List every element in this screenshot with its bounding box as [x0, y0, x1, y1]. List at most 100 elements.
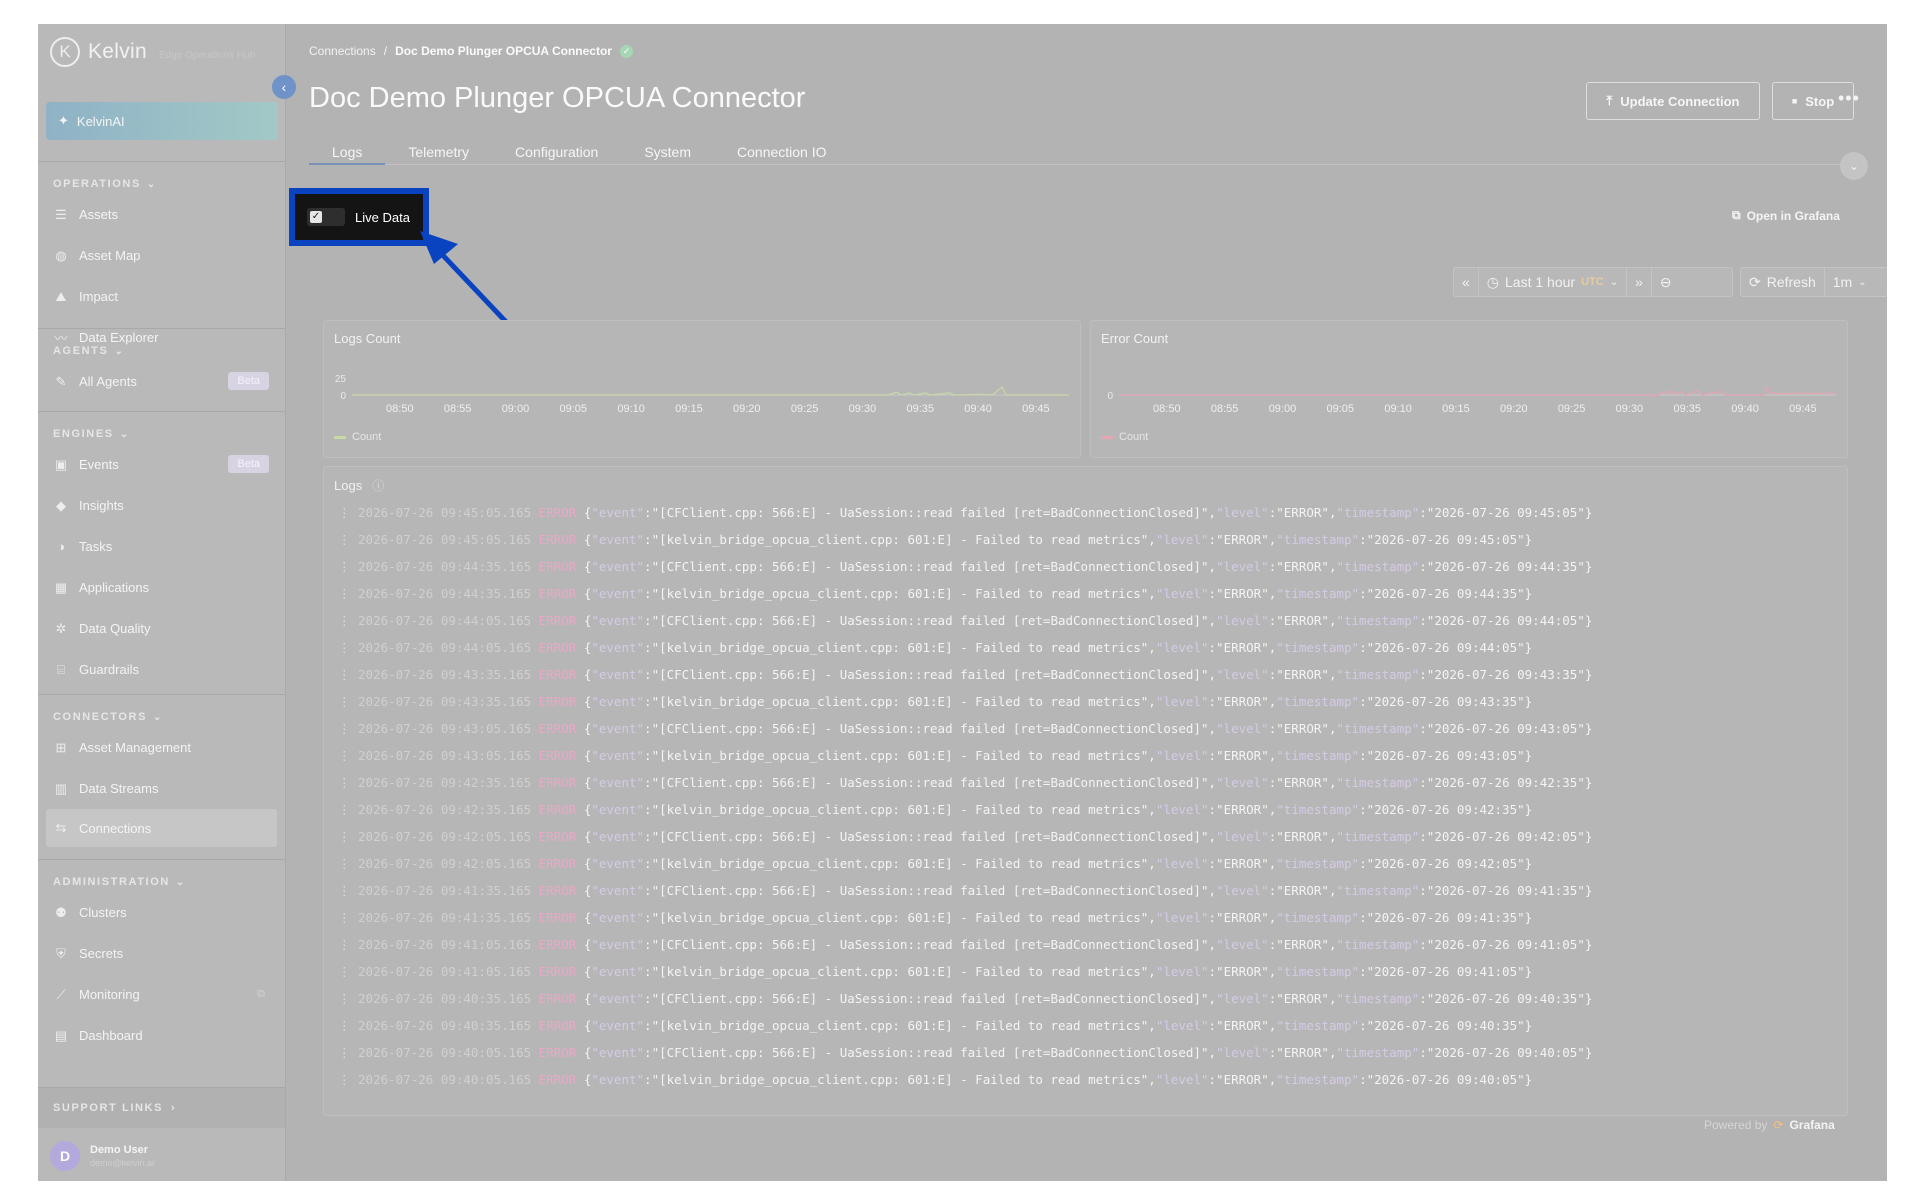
shift-back-button[interactable]: « [1454, 268, 1479, 296]
sidebar-item-assets[interactable]: ☰ Assets [38, 194, 285, 235]
sidebar-item-tasks[interactable]: ◑ Tasks [38, 526, 285, 567]
log-row[interactable]: ⋮ 2026-07-26 09:40:05.165 ERROR {"event"… [338, 1045, 1592, 1060]
sidebar-item-asset-management[interactable]: ⊞ Asset Management [38, 727, 285, 768]
row-handle-icon[interactable]: ⋮ [338, 1045, 358, 1060]
user-profile[interactable]: D Demo User demo@kelvin.ai [38, 1130, 285, 1181]
sidebar-item-clusters[interactable]: ⚉ Clusters [38, 892, 285, 933]
sidebar-item-data-quality[interactable]: ✲ Data Quality [38, 608, 285, 649]
row-handle-icon[interactable]: ⋮ [338, 964, 358, 979]
row-handle-icon[interactable]: ⋮ [338, 748, 358, 763]
support-links-toggle[interactable]: SUPPORT LINKS › [38, 1088, 285, 1128]
zoom-out-button[interactable]: ⊖ [1652, 268, 1680, 296]
log-row[interactable]: ⋮ 2026-07-26 09:44:05.165 ERROR {"event"… [338, 640, 1532, 655]
log-row[interactable]: ⋮ 2026-07-26 09:41:05.165 ERROR {"event"… [338, 937, 1592, 952]
collapse-sidebar-button[interactable]: ‹ [272, 75, 296, 99]
log-row[interactable]: ⋮ 2026-07-26 09:43:05.165 ERROR {"event"… [338, 748, 1532, 763]
sidebar-item-impact[interactable]: ⛰ Impact [38, 276, 285, 317]
log-row[interactable]: ⋮ 2026-07-26 09:40:05.165 ERROR {"event"… [338, 1072, 1532, 1087]
row-handle-icon[interactable]: ⋮ [338, 829, 358, 844]
sidebar-item-connections[interactable]: ⇆ Connections [46, 809, 277, 847]
log-row[interactable]: ⋮ 2026-07-26 09:44:35.165 ERROR {"event"… [338, 586, 1532, 601]
sidebar-item-data-streams[interactable]: ▥ Data Streams [38, 768, 285, 809]
row-handle-icon[interactable]: ⋮ [338, 559, 358, 574]
log-row[interactable]: ⋮ 2026-07-26 09:41:35.165 ERROR {"event"… [338, 883, 1592, 898]
log-row[interactable]: ⋮ 2026-07-26 09:42:05.165 ERROR {"event"… [338, 829, 1592, 844]
log-level: ERROR [538, 505, 577, 520]
row-handle-icon[interactable]: ⋮ [338, 883, 358, 898]
row-handle-icon[interactable]: ⋮ [338, 613, 358, 628]
legend-label: Count [352, 431, 382, 443]
log-row[interactable]: ⋮ 2026-07-26 09:45:05.165 ERROR {"event"… [338, 505, 1592, 520]
open-in-grafana-link[interactable]: ⧉ Open in Grafana [1732, 208, 1840, 223]
log-row[interactable]: ⋮ 2026-07-26 09:42:35.165 ERROR {"event"… [338, 775, 1592, 790]
sidebar-item-secrets[interactable]: ⛨ Secrets [38, 933, 285, 974]
sidebar-item-all-agents[interactable]: ✎ All Agents Beta [38, 361, 285, 402]
log-row[interactable]: ⋮ 2026-07-26 09:43:35.165 ERROR {"event"… [338, 694, 1532, 709]
live-data-toggle[interactable]: ✓ Live Data [295, 194, 423, 240]
shift-forward-button[interactable]: » [1627, 268, 1652, 296]
row-handle-icon[interactable]: ⋮ [338, 586, 358, 601]
brand-logo[interactable]: K Kelvin Edge Operations Hub [50, 37, 255, 67]
update-connection-button[interactable]: ⤒ Update Connection [1586, 82, 1760, 120]
log-row[interactable]: ⋮ 2026-07-26 09:45:05.165 ERROR {"event"… [338, 532, 1532, 547]
row-handle-icon[interactable]: ⋮ [338, 532, 358, 547]
sidebar-section-header[interactable]: CONNECTORS ⌄ [38, 707, 285, 727]
tab-telemetry[interactable]: Telemetry [385, 140, 492, 164]
sidebar-section-header[interactable]: ADMINISTRATION ⌄ [38, 872, 285, 892]
row-handle-icon[interactable]: ⋮ [338, 991, 358, 1006]
log-row[interactable]: ⋮ 2026-07-26 09:41:35.165 ERROR {"event"… [338, 910, 1532, 925]
logs-count-legend[interactable]: Count [334, 431, 381, 443]
log-row[interactable]: ⋮ 2026-07-26 09:40:35.165 ERROR {"event"… [338, 1018, 1532, 1033]
sidebar-item-monitoring[interactable]: ⟋ Monitoring ⧉ [38, 974, 285, 1015]
row-handle-icon[interactable]: ⋮ [338, 802, 358, 817]
tab-system[interactable]: System [621, 140, 714, 164]
row-handle-icon[interactable]: ⋮ [338, 775, 358, 790]
row-handle-icon[interactable]: ⋮ [338, 667, 358, 682]
tab-configuration[interactable]: Configuration [492, 140, 621, 164]
row-handle-icon[interactable]: ⋮ [338, 856, 358, 871]
sidebar-item-applications[interactable]: ▦ Applications [38, 567, 285, 608]
json-punct: ", [1321, 667, 1337, 682]
more-options-icon[interactable]: ••• [1838, 88, 1860, 109]
sidebar-item-insights[interactable]: ◆ Insights [38, 485, 285, 526]
row-handle-icon[interactable]: ⋮ [338, 640, 358, 655]
log-row[interactable]: ⋮ 2026-07-26 09:42:35.165 ERROR {"event"… [338, 802, 1532, 817]
error-count-legend[interactable]: Count [1101, 431, 1148, 443]
log-row[interactable]: ⋮ 2026-07-26 09:44:35.165 ERROR {"event"… [338, 559, 1592, 574]
json-open: { [576, 910, 592, 925]
row-handle-icon[interactable]: ⋮ [338, 694, 358, 709]
tab-connection-io[interactable]: Connection IO [714, 140, 850, 164]
breadcrumb-parent-link[interactable]: Connections [309, 44, 376, 58]
sidebar-section-header[interactable]: ENGINES ⌄ [38, 424, 285, 444]
json-key: "timestamp" [1276, 856, 1360, 871]
refresh-button[interactable]: ⟳ Refresh [1741, 268, 1825, 296]
log-row[interactable]: ⋮ 2026-07-26 09:41:05.165 ERROR {"event"… [338, 964, 1532, 979]
row-handle-icon[interactable]: ⋮ [338, 505, 358, 520]
json-punct: :" [1419, 937, 1435, 952]
section-title: CONNECTORS [53, 711, 148, 723]
row-handle-icon[interactable]: ⋮ [338, 937, 358, 952]
tab-logs[interactable]: Logs [309, 140, 386, 165]
sidebar-section-header[interactable]: OPERATIONS ⌄ [38, 174, 285, 194]
double-chevron-right-icon: » [1635, 274, 1643, 290]
sidebar-section-header[interactable]: AGENTS ⌄ [38, 341, 285, 361]
sidebar-item-dashboard[interactable]: ▤ Dashboard [38, 1015, 285, 1056]
chevron-down-icon[interactable]: ⌄ [1840, 152, 1868, 180]
sidebar-item-guardrails[interactable]: ⌸ Guardrails [38, 649, 285, 690]
row-handle-icon[interactable]: ⋮ [338, 910, 358, 925]
sidebar-item-events[interactable]: ▣ Events Beta [38, 444, 285, 485]
time-range-picker[interactable]: ◷ Last 1 hour UTC ⌄ [1479, 268, 1628, 296]
log-row[interactable]: ⋮ 2026-07-26 09:44:05.165 ERROR {"event"… [338, 613, 1592, 628]
kelvin-ai-button[interactable]: ✦ KelvinAI [46, 102, 278, 140]
row-handle-icon[interactable]: ⋮ [338, 721, 358, 736]
refresh-interval-picker[interactable]: 1m ⌄ [1825, 268, 1875, 296]
log-row[interactable]: ⋮ 2026-07-26 09:43:05.165 ERROR {"event"… [338, 721, 1592, 736]
log-row[interactable]: ⋮ 2026-07-26 09:40:35.165 ERROR {"event"… [338, 991, 1592, 1006]
row-handle-icon[interactable]: ⋮ [338, 1018, 358, 1033]
log-row[interactable]: ⋮ 2026-07-26 09:42:05.165 ERROR {"event"… [338, 856, 1532, 871]
sidebar-item-asset-map[interactable]: ◍ Asset Map [38, 235, 285, 276]
live-data-switch[interactable]: ✓ [307, 208, 345, 226]
row-handle-icon[interactable]: ⋮ [338, 1072, 358, 1087]
log-row[interactable]: ⋮ 2026-07-26 09:43:35.165 ERROR {"event"… [338, 667, 1592, 682]
info-icon[interactable]: ⓘ [372, 477, 384, 494]
